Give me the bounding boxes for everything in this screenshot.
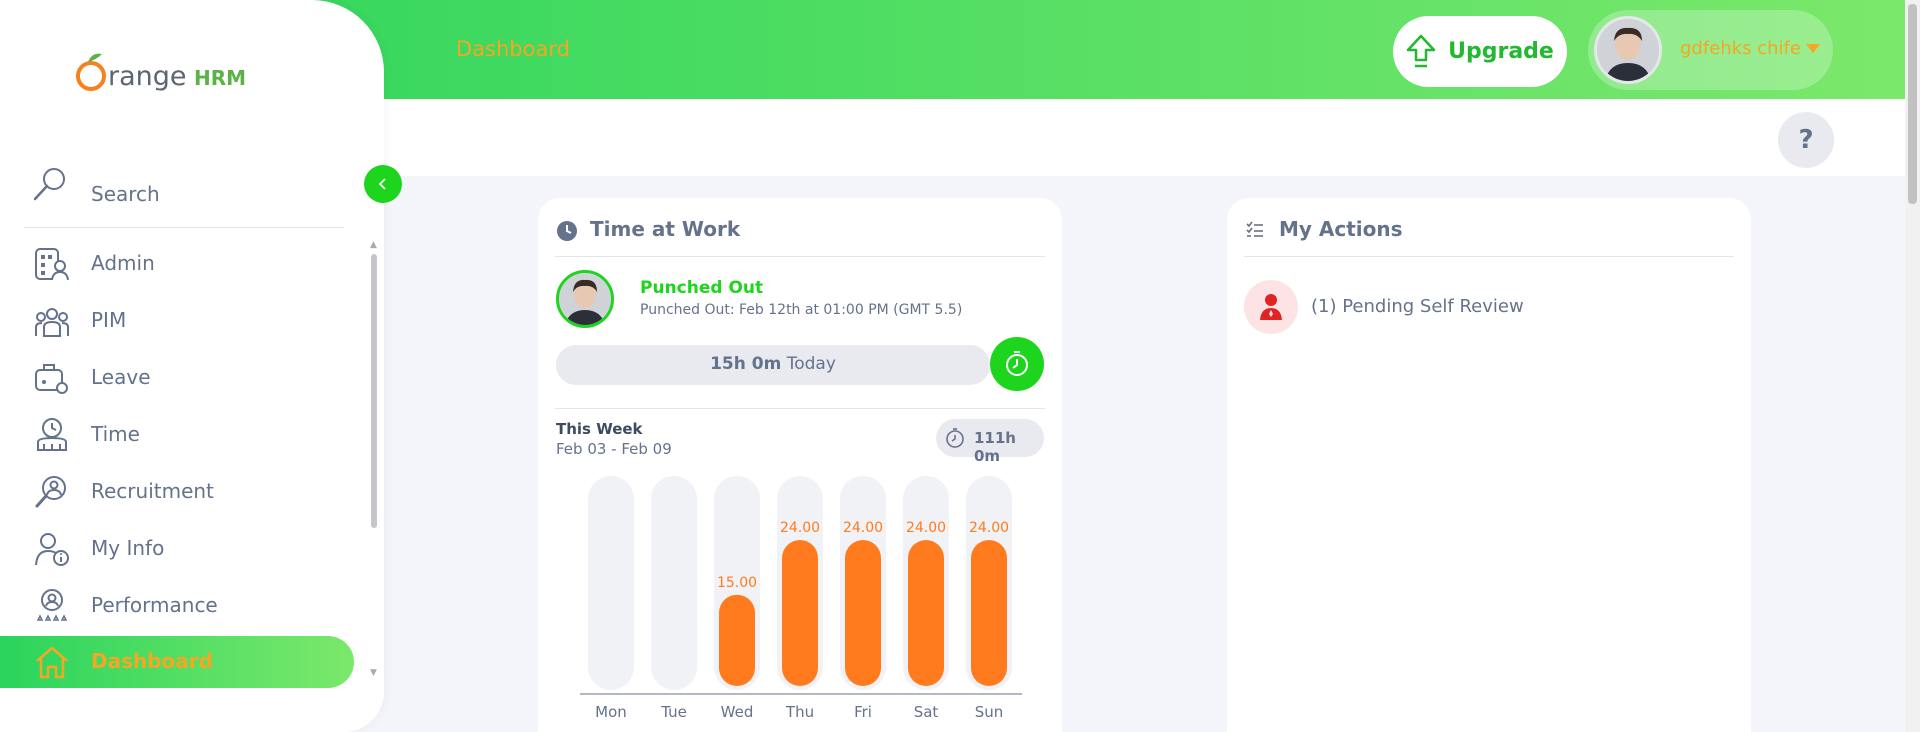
pim-icon — [35, 308, 69, 337]
tick-label: Mon — [595, 703, 627, 721]
upgrade-arrow-icon — [1406, 34, 1436, 67]
svg-text:range: range — [108, 61, 187, 92]
bar-track — [588, 476, 634, 690]
tick-label: Thu — [785, 703, 814, 721]
user-dropdown[interactable]: gdfehks chife — [1588, 10, 1833, 90]
upgrade-label: Upgrade — [1448, 39, 1554, 64]
bar-fri[interactable] — [845, 540, 881, 686]
performance-icon — [36, 589, 68, 621]
user-name: gdfehks chife — [1680, 38, 1801, 59]
week-range: Feb 03 - Feb 09 — [556, 440, 672, 458]
data-label: 15.00 — [717, 575, 757, 591]
divider — [555, 408, 1045, 409]
recruitment-icon — [35, 476, 66, 508]
punch-status: Punched Out — [640, 278, 764, 298]
bar-sat[interactable] — [908, 540, 944, 686]
sidebar-search[interactable]: Search — [24, 160, 344, 228]
list-icon — [1246, 221, 1263, 237]
upgrade-button[interactable]: Upgrade — [1393, 16, 1567, 87]
sidebar-item-leave[interactable]: Leave — [0, 352, 354, 404]
sidebar-item-label: Leave — [91, 365, 151, 389]
data-label: 24.00 — [969, 520, 1009, 536]
today-hours-bar: 15h 0m Today — [556, 345, 990, 385]
punch-detail: Punched Out: Feb 12th at 01:00 PM (GMT 5… — [640, 302, 963, 318]
divider — [1244, 256, 1734, 257]
time-at-work-card: Time at Work Punched Out Punched Out: Fe… — [538, 198, 1062, 732]
sidebar-scrollbar[interactable]: ▲ ▼ — [370, 240, 378, 680]
admin-icon — [35, 248, 69, 281]
sidebar: range HRM Search Admin PIM Leave Time Re… — [0, 0, 384, 732]
scroll-up-icon[interactable]: ▲ — [370, 240, 377, 250]
search-label: Search — [91, 182, 160, 206]
tick-label: Fri — [854, 703, 872, 721]
help-icon: ? — [1798, 125, 1814, 155]
today-hours: 15h 0m Today — [710, 354, 836, 374]
data-label: 24.00 — [843, 520, 883, 536]
bar-thu[interactable] — [782, 540, 818, 686]
weekly-hours-chart: Mon Tue 15.00 Wed 24.00 Thu 24.00 Fri 24.00 Sat 24… — [580, 476, 1022, 721]
time-icon — [37, 418, 67, 451]
action-item-pending-self-review[interactable]: (1) Pending Self Review — [1244, 280, 1724, 334]
stopwatch-icon — [1006, 351, 1028, 376]
stopwatch-icon — [946, 428, 964, 448]
employee-avatar — [556, 270, 614, 328]
sidebar-item-admin[interactable]: Admin — [0, 238, 354, 290]
bar-track — [651, 476, 697, 690]
sidebar-item-label: Time — [91, 422, 140, 446]
page-title: Dashboard — [456, 37, 570, 61]
divider — [555, 256, 1045, 257]
data-label: 24.00 — [780, 520, 820, 536]
search-icon — [33, 168, 65, 201]
subheader — [384, 99, 1905, 176]
week-total-badge: 111h 0m — [936, 419, 1044, 465]
clock-icon — [557, 221, 577, 241]
leave-icon — [35, 364, 68, 394]
sidebar-item-label: Dashboard — [91, 649, 213, 673]
sidebar-item-label: Performance — [91, 593, 218, 617]
home-icon — [36, 646, 68, 679]
sidebar-item-pim[interactable]: PIM — [0, 295, 354, 347]
sidebar-item-time[interactable]: Time — [0, 409, 354, 461]
punch-in-button[interactable] — [990, 337, 1044, 391]
sidebar-collapse-button[interactable] — [364, 165, 402, 203]
sidebar-item-my-info[interactable]: My Info — [0, 523, 354, 575]
sidebar-item-label: PIM — [91, 308, 127, 332]
sidebar-scroll-thumb[interactable] — [371, 254, 377, 528]
tick-label: Wed — [721, 703, 754, 721]
svg-text:HRM: HRM — [194, 66, 246, 90]
page-scrollbar[interactable] — [1905, 0, 1920, 732]
scroll-down-icon[interactable]: ▼ — [370, 668, 377, 678]
card-title: Time at Work — [590, 217, 741, 241]
data-label: 24.00 — [906, 520, 946, 536]
help-button[interactable]: ? — [1778, 112, 1834, 168]
action-label: (1) Pending Self Review — [1311, 296, 1524, 317]
tick-label: Sat — [914, 703, 939, 721]
week-total: 111h 0m — [974, 429, 1016, 465]
sidebar-item-recruitment[interactable]: Recruitment — [0, 466, 354, 518]
user-avatar — [1594, 16, 1662, 84]
card-title: My Actions — [1279, 217, 1403, 241]
my-actions-card: My Actions (1) Pending Self Review — [1227, 198, 1751, 732]
sidebar-item-dashboard[interactable]: Dashboard — [0, 636, 354, 688]
sidebar-item-label: My Info — [91, 536, 165, 560]
tick-label: Tue — [660, 703, 687, 721]
performance-review-icon — [1244, 280, 1298, 334]
chevron-left-icon — [378, 178, 386, 190]
sidebar-item-label: Admin — [91, 251, 155, 275]
page-scroll-thumb[interactable] — [1908, 4, 1917, 204]
caret-down-icon — [1806, 44, 1820, 53]
sidebar-item-performance[interactable]: Performance — [0, 580, 354, 632]
tick-label: Sun — [975, 703, 1004, 721]
sidebar-item-label: Recruitment — [91, 479, 214, 503]
bar-sun[interactable] — [971, 540, 1007, 686]
orangehrm-logo: range HRM — [74, 48, 246, 100]
bar-wed[interactable] — [719, 594, 755, 686]
my-info-icon — [35, 533, 69, 566]
week-label: This Week — [556, 420, 643, 438]
